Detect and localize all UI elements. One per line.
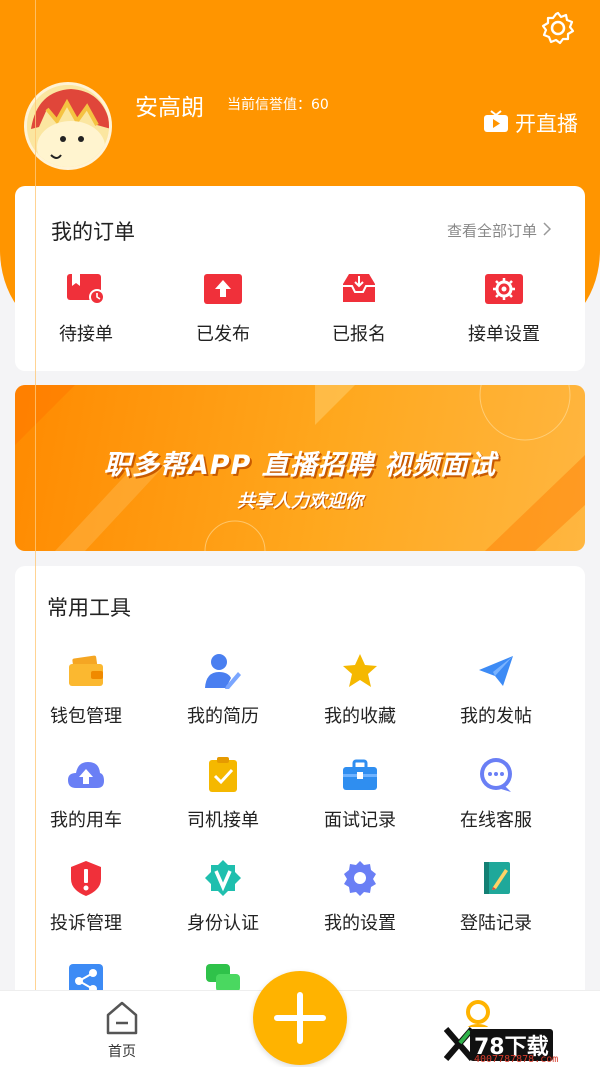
order-pending-label: 待接单 [59, 324, 113, 345]
tv-icon [483, 109, 509, 138]
tool-resume-label: 我的简历 [187, 706, 259, 727]
tool-favorites-label: 我的收藏 [324, 706, 396, 727]
publish-plus-button[interactable] [253, 971, 347, 1065]
tool-favorites[interactable]: 我的收藏 [292, 652, 428, 728]
chevron-right-icon [543, 221, 552, 240]
site-watermark: 78下载 4007787878.com [440, 1027, 600, 1067]
chat-icon [477, 756, 515, 794]
tool-my-car[interactable]: 我的用车 [18, 756, 154, 832]
published-icon [203, 272, 243, 306]
my-orders-title: 我的订单 [51, 220, 135, 244]
settings-gear-icon[interactable] [540, 10, 576, 46]
gear-icon [341, 859, 379, 897]
star-icon [341, 652, 379, 690]
view-all-orders-label: 查看全部订单 [446, 222, 537, 240]
clipboard-check-icon [204, 756, 242, 794]
notebook-icon [477, 859, 515, 897]
paper-plane-icon [477, 652, 515, 690]
wallet-icon [67, 652, 105, 690]
tool-resume[interactable]: 我的简历 [155, 652, 291, 728]
start-live-label: 开直播 [515, 112, 578, 136]
tool-interview-records[interactable]: 面试记录 [292, 756, 428, 832]
order-enrolled[interactable]: 已报名 [294, 272, 424, 346]
tool-login-records[interactable]: 登陆记录 [428, 859, 564, 935]
tool-complaints-label: 投诉管理 [50, 913, 122, 934]
resume-icon [204, 652, 242, 690]
tool-wallet-label: 钱包管理 [50, 706, 122, 727]
start-live-button[interactable]: 开直播 [483, 108, 578, 138]
tool-customer-service[interactable]: 在线客服 [428, 756, 564, 832]
tool-login-records-label: 登陆记录 [460, 913, 532, 934]
order-published[interactable]: 已发布 [158, 272, 288, 346]
order-enrolled-label: 已报名 [332, 324, 386, 345]
tool-identity-verification-label: 身份认证 [187, 913, 259, 934]
shield-alert-icon [67, 859, 105, 897]
tool-driver-orders[interactable]: 司机接单 [155, 756, 291, 832]
order-settings[interactable]: 接单设置 [439, 272, 569, 346]
common-tools-card: 常用工具 钱包管理 我的简历 我的收藏 我的发帖 我的用车 司机接单 面试记录 … [15, 566, 585, 1006]
briefcase-icon [341, 756, 379, 794]
guide-line [35, 0, 36, 1067]
tool-posts-label: 我的发帖 [460, 706, 532, 727]
cloud-upload-icon [67, 756, 105, 794]
tool-posts[interactable]: 我的发帖 [428, 652, 564, 728]
common-tools-title: 常用工具 [47, 596, 131, 620]
promo-banner[interactable]: 职多帮APP 直播招聘 视频面试 共享人力欢迎你 [15, 385, 585, 551]
tool-customer-service-label: 在线客服 [460, 810, 532, 831]
credit-score: 当前信誉值：60 [227, 97, 329, 113]
tool-driver-orders-label: 司机接单 [187, 810, 259, 831]
nav-home[interactable]: 首页 [92, 999, 152, 1061]
avatar[interactable] [24, 82, 112, 170]
user-name: 安高朗 [135, 95, 204, 121]
tool-my-settings-label: 我的设置 [324, 913, 396, 934]
order-published-label: 已发布 [196, 324, 250, 345]
order-settings-icon [484, 272, 524, 306]
tool-my-car-label: 我的用车 [50, 810, 122, 831]
my-orders-card: 我的订单 查看全部订单 待接单 已发布 已报名 接单设置 [15, 186, 585, 371]
tool-interview-records-label: 面试记录 [324, 810, 396, 831]
banner-subtitle: 共享人力欢迎你 [237, 491, 363, 512]
view-all-orders-link[interactable]: 查看全部订单 [446, 220, 552, 241]
watermark-url: 4007787878.com [474, 1054, 559, 1065]
banner-title: 职多帮APP 直播招聘 视频面试 [103, 450, 497, 481]
home-icon [102, 1001, 142, 1039]
tool-my-settings[interactable]: 我的设置 [292, 859, 428, 935]
order-pending[interactable]: 待接单 [21, 272, 151, 346]
tool-wallet[interactable]: 钱包管理 [18, 652, 154, 728]
tool-complaints[interactable]: 投诉管理 [18, 859, 154, 935]
verified-icon [204, 859, 242, 897]
nav-home-label: 首页 [108, 1044, 136, 1060]
tool-identity-verification[interactable]: 身份认证 [155, 859, 291, 935]
order-settings-label: 接单设置 [468, 324, 540, 345]
pending-order-icon [66, 272, 106, 306]
enrolled-icon [339, 272, 379, 306]
